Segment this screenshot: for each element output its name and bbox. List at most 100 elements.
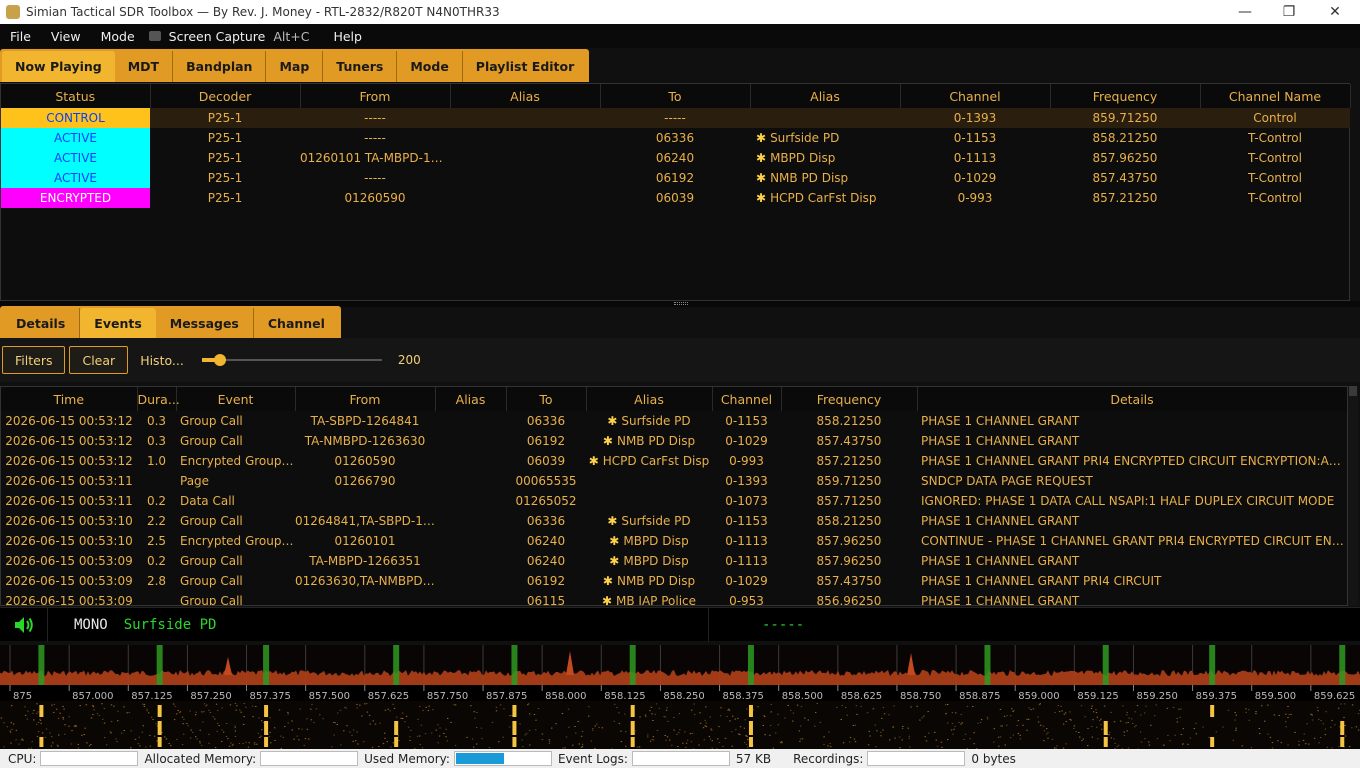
waterfall-speck (868, 730, 870, 732)
to-alias-cell (750, 108, 900, 128)
speaker-icon[interactable] (0, 607, 48, 642)
col-status[interactable]: Status (1, 84, 151, 108)
waterfall-speck (93, 709, 95, 711)
waterfall-speck (123, 706, 125, 708)
menu-screen-capture[interactable]: Screen Capture (161, 29, 268, 44)
history-slider[interactable] (201, 353, 382, 367)
waterfall-speck (796, 704, 799, 706)
event-row[interactable]: 2026-06-15 00:53:09 0.2 Group Call TA-MBPD-… (1, 551, 1347, 571)
waterfall-speck (625, 745, 627, 747)
splitter-grip-icon[interactable] (674, 302, 688, 305)
col-to[interactable]: To (600, 84, 751, 108)
waterfall-speck (1290, 713, 1292, 715)
waterfall-speck (420, 724, 422, 726)
tab-playlist-editor[interactable]: Playlist Editor (463, 51, 587, 82)
event-row[interactable]: 2026-06-15 00:53:10 2.5 Encrypted Group Ca… (1, 531, 1347, 551)
waterfall-speck (747, 739, 749, 741)
filters-button[interactable]: Filters (2, 346, 66, 374)
waterfall-speck (923, 715, 925, 717)
waterfall-speck (1060, 705, 1062, 707)
clear-button[interactable]: Clear (69, 346, 129, 374)
events-scrollbar[interactable] (1348, 386, 1358, 606)
menu-help[interactable]: Help (319, 29, 372, 44)
menu-view[interactable]: View (41, 29, 91, 44)
waterfall-speck (1344, 725, 1346, 726)
to-cell: 06240 (655, 151, 695, 165)
tab-mdt[interactable]: MDT (115, 51, 174, 82)
waterfall-speck (1176, 718, 1178, 719)
tab-bandplan[interactable]: Bandplan (173, 51, 267, 82)
col-from-alias[interactable]: Alias (450, 84, 601, 108)
tab-tuners[interactable]: Tuners (323, 51, 398, 82)
col-event-to-alias[interactable]: Alias (586, 387, 713, 411)
events-scrollbar-thumb[interactable] (1349, 386, 1357, 396)
event-row[interactable]: 2026-06-15 00:53:12 1.0 Encrypted Group Ca… (1, 451, 1347, 471)
col-channel[interactable]: Channel (900, 84, 1051, 108)
waterfall-speck (561, 713, 564, 714)
event-row[interactable]: 2026-06-15 00:53:09 2.8 Group Call 01263630… (1, 571, 1347, 591)
col-decoder[interactable]: Decoder (150, 84, 301, 108)
waterfall-speck (1179, 716, 1181, 718)
spectrum-canvas[interactable]: PPCPPPCPFP875857.000857.125857.250857.37… (0, 645, 1360, 750)
col-time[interactable]: Time (1, 387, 138, 411)
event-row[interactable]: 2026-06-15 00:53:11 0.2 Data Call 01265052 0… (1, 491, 1347, 511)
minimize-icon[interactable]: — (1222, 0, 1268, 24)
waterfall-speck (1092, 719, 1094, 721)
waterfall-speck (202, 721, 204, 723)
waterfall-speck (102, 718, 104, 720)
col-channel-name[interactable]: Channel Name (1200, 84, 1351, 108)
tab-events[interactable]: Events (80, 308, 156, 338)
tab-details[interactable]: Details (2, 308, 81, 338)
col-from[interactable]: From (300, 84, 451, 108)
menu-file[interactable]: File (0, 29, 41, 44)
waterfall-speck (495, 706, 498, 708)
tab-channel[interactable]: Channel (254, 308, 339, 338)
now-playing-row[interactable]: ACTIVE P25-1 ----- 06192 ✱ NMB PD Disp 0-1029 8… (1, 168, 1350, 188)
col-event-frequency[interactable]: Frequency (781, 387, 918, 411)
col-event-details[interactable]: Details (917, 387, 1347, 411)
now-playing-row[interactable]: ACTIVE P25-1 ----- 06336 ✱ Surfside PD 0-1153 8… (1, 128, 1350, 148)
waterfall-speck (175, 713, 178, 715)
waterfall-speck (24, 706, 26, 708)
col-event-from-alias[interactable]: Alias (435, 387, 507, 411)
waterfall-speck (889, 739, 891, 741)
waterfall-speck (454, 704, 457, 706)
now-playing-row[interactable]: CONTROL P25-1 ----- ----- 0-1393 859.71250 Con… (1, 108, 1350, 128)
event-row[interactable]: 2026-06-15 00:53:09 Group Call 06115 ✱ MB IA… (1, 591, 1347, 605)
details-cell: CONTINUE - PHASE 1 CHANNEL GRANT PRI4 EN… (921, 534, 1347, 548)
waterfall-speck (1069, 718, 1071, 720)
col-event-to[interactable]: To (506, 387, 587, 411)
tab-map[interactable]: Map (266, 51, 324, 82)
waterfall-speck (849, 737, 852, 739)
spectrum-waterfall[interactable]: PPCPPPCPFP875857.000857.125857.250857.37… (0, 645, 1360, 750)
event-row[interactable]: 2026-06-15 00:53:11 Page 01266790 00065535 0… (1, 471, 1347, 491)
waterfall-speck (1271, 742, 1274, 744)
waterfall-speck (192, 731, 194, 733)
event-row[interactable]: 2026-06-15 00:53:12 0.3 Group Call TA-NMBPD… (1, 431, 1347, 451)
menu-mode[interactable]: Mode (91, 29, 145, 44)
waterfall-speck (1318, 742, 1320, 744)
col-frequency[interactable]: Frequency (1050, 84, 1201, 108)
col-event-channel[interactable]: Channel (712, 387, 782, 411)
now-playing-row[interactable]: ACTIVE P25-1 01260101 TA-MBPD-1266... 06240… (1, 148, 1350, 168)
alias-text: Surfside PD (621, 514, 691, 528)
tab-messages[interactable]: Messages (156, 308, 254, 338)
col-event-from[interactable]: From (295, 387, 436, 411)
event-row[interactable]: 2026-06-15 00:53:10 2.2 Group Call 01264841… (1, 511, 1347, 531)
maximize-icon[interactable]: ❐ (1266, 0, 1312, 24)
tab-now-playing[interactable]: Now Playing (2, 51, 115, 82)
col-to-alias[interactable]: Alias (750, 84, 901, 108)
tab-mode[interactable]: Mode (397, 51, 463, 82)
col-duration[interactable]: Dura... (137, 387, 180, 411)
alias-text: MBPD Disp (623, 534, 689, 548)
from-alias-cell (450, 128, 600, 148)
now-playing-row[interactable]: ENCRYPTED P25-1 01260590 06039 ✱ HCPD CarFst … (1, 188, 1350, 208)
waterfall-speck (655, 703, 658, 705)
waterfall-speck (333, 734, 335, 736)
close-icon[interactable]: ✕ (1312, 0, 1358, 24)
waterfall-speck (454, 744, 457, 746)
waterfall-burst (1340, 737, 1345, 747)
history-slider-thumb[interactable] (213, 354, 226, 366)
event-row[interactable]: 2026-06-15 00:53:12 0.3 Group Call TA-SBPD-… (1, 411, 1347, 431)
col-event[interactable]: Event (176, 387, 296, 411)
